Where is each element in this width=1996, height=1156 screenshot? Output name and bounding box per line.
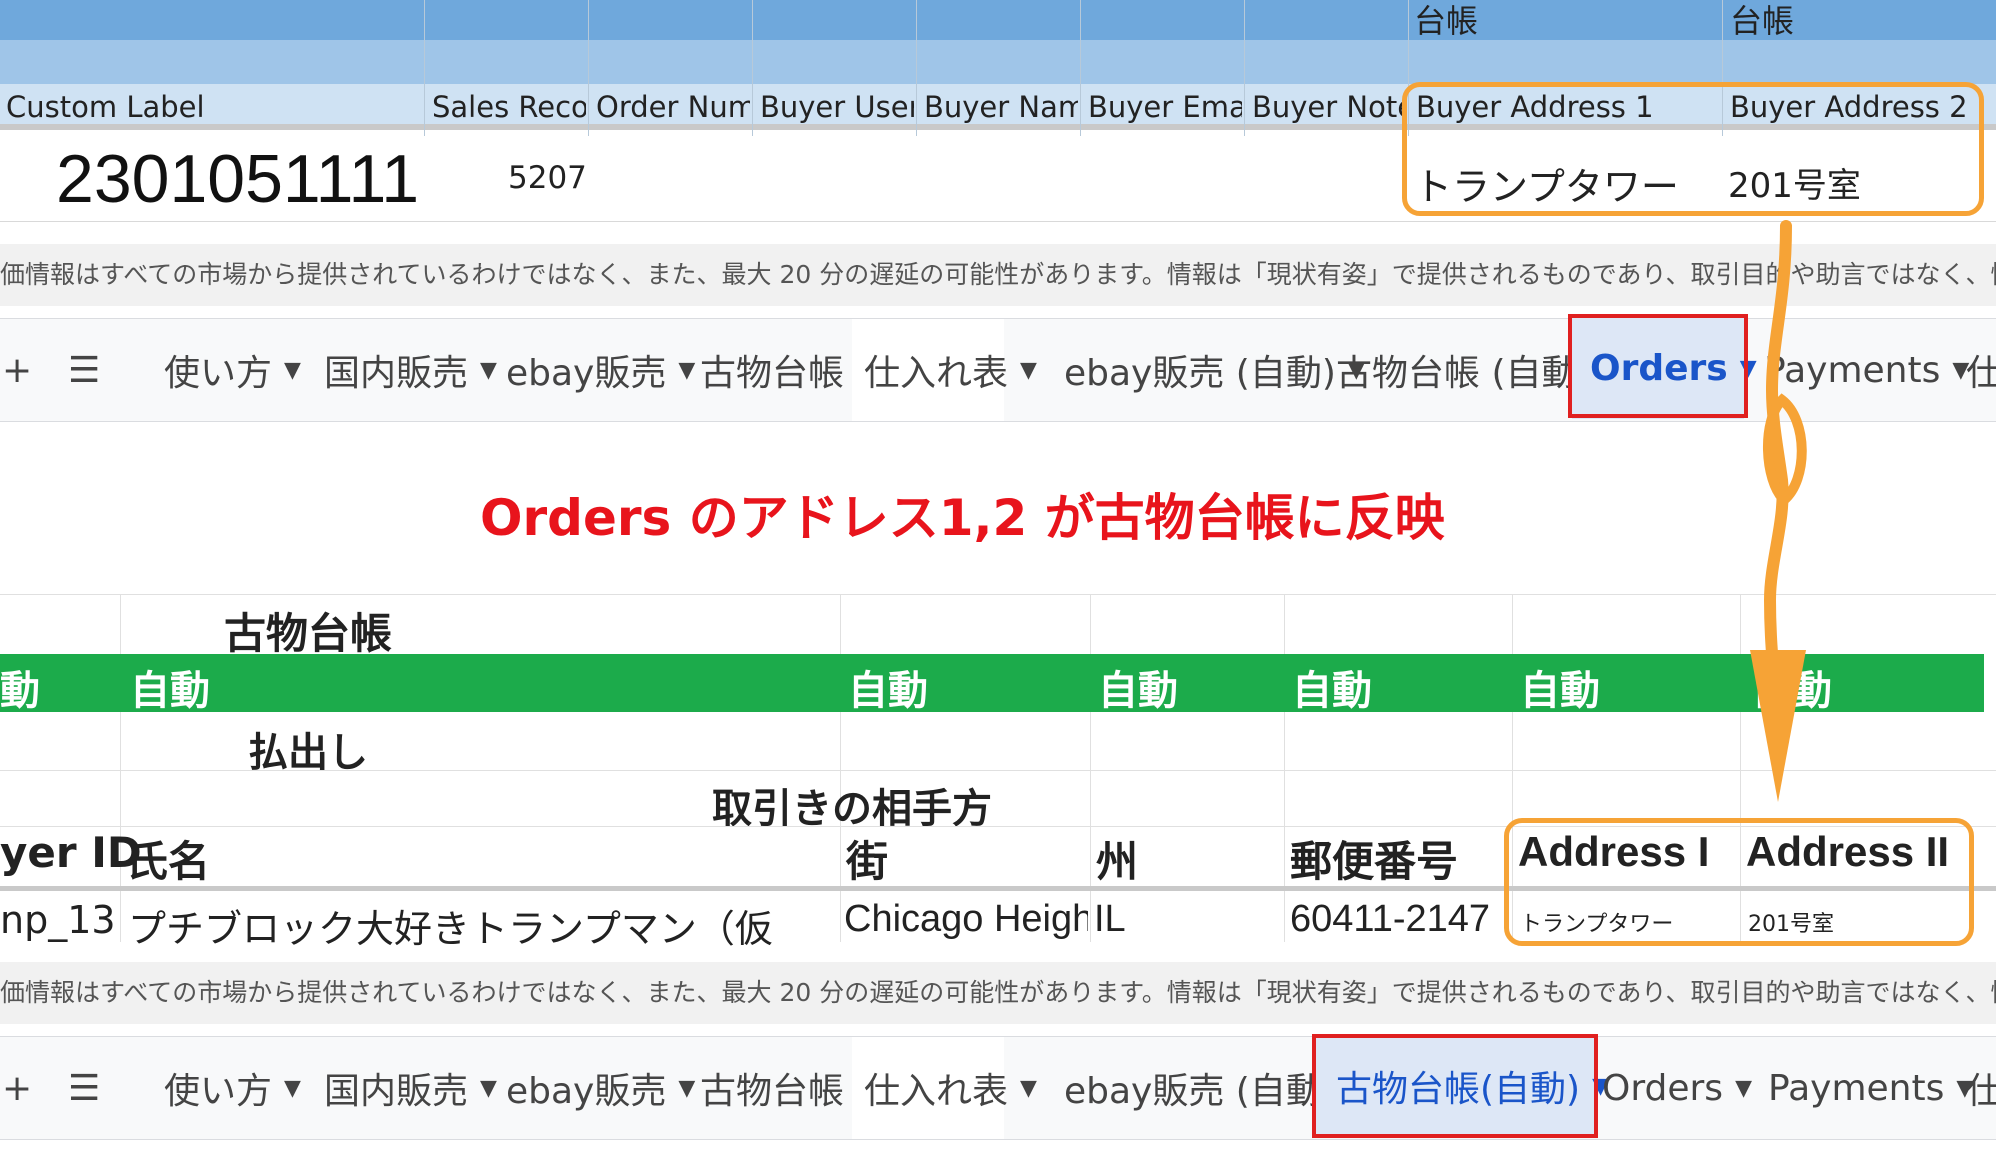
flow-arrow-icon: [1750, 220, 1807, 802]
flow-arrow-head: [1750, 650, 1806, 802]
